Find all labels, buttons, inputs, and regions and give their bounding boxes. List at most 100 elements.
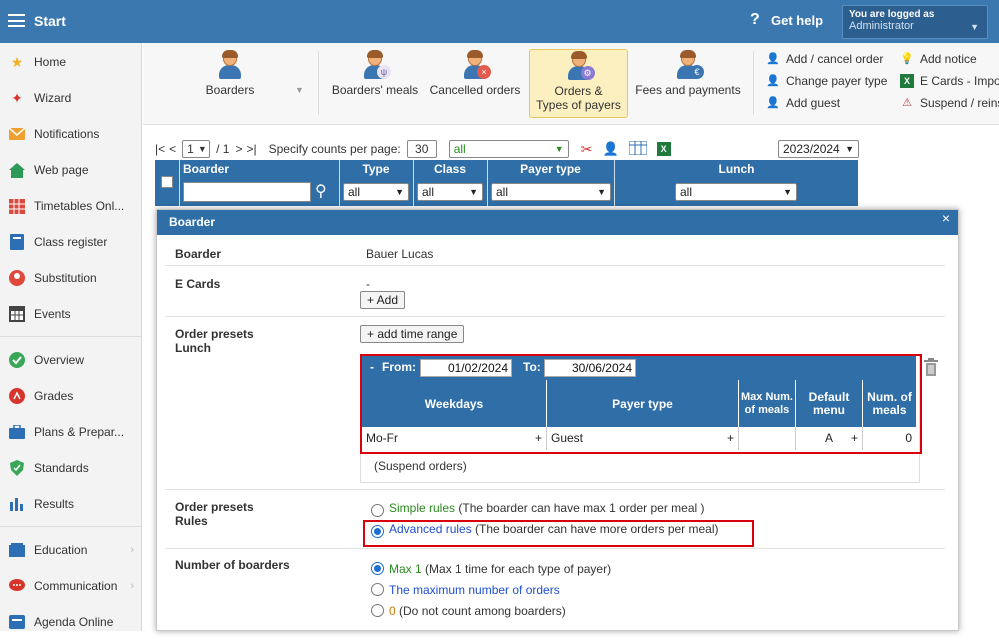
sidebar-item-wizard[interactable]: ✦ Wizard — [0, 80, 142, 116]
ecards-value: - — [366, 277, 370, 291]
col-type[interactable]: Type — [340, 160, 412, 178]
zero-radio[interactable] — [371, 604, 384, 617]
lunch-filter[interactable]: all ▼ — [675, 183, 797, 201]
counts-input[interactable]: 30 — [406, 140, 437, 158]
sidebar-item-web-page[interactable]: Web page — [0, 152, 142, 188]
boarder-search-input[interactable] — [183, 182, 311, 202]
pager: |< < 1 ▼ / 1 > >| Specify counts per page… — [155, 140, 671, 158]
col-lunch[interactable]: Lunch — [615, 160, 858, 178]
class-filter[interactable]: all ▼ — [417, 183, 483, 201]
last-page-button[interactable]: >| — [247, 142, 257, 156]
excel-export-icon[interactable]: X — [656, 142, 671, 156]
filter-value: all — [453, 142, 466, 156]
suspend-orders-link[interactable]: (Suspend orders) — [374, 459, 467, 473]
payer-filter[interactable]: all ▼ — [491, 183, 611, 201]
person-change-icon: 👤 — [766, 75, 780, 87]
suspend-reinstate-link[interactable]: ⚠ Suspend / reins — [900, 96, 999, 110]
range-highlight — [360, 354, 922, 454]
change-payer-type-label: Change payer type — [786, 74, 888, 88]
get-help-link[interactable]: Get help — [771, 13, 823, 28]
sidebar-item-label: Events — [34, 307, 71, 321]
prev-page-button[interactable]: < — [169, 142, 176, 156]
boarder-meals-icon: ψ — [361, 49, 391, 79]
page-select[interactable]: 1 ▼ — [182, 140, 211, 158]
sidebar-item-label: Wizard — [34, 91, 72, 105]
bar-chart-icon — [8, 495, 26, 513]
sidebar-item-education[interactable]: Education › — [0, 532, 142, 568]
sidebar-item-overview[interactable]: Overview — [0, 342, 142, 378]
add-guest-label: Add guest — [786, 96, 841, 110]
type-filter[interactable]: all ▼ — [343, 183, 409, 201]
sidebar-item-notifications[interactable]: Notifications — [0, 116, 142, 152]
user-menu[interactable]: You are logged as Administrator ▼ — [842, 5, 988, 39]
orders-label-2: Types of payers — [536, 98, 621, 112]
boarders-meals-button[interactable]: ψ Boarders' meals — [329, 49, 421, 115]
person-edit-icon: 👤 — [766, 53, 780, 65]
ecards-import-label: E Cards - Impo — [920, 74, 999, 88]
year-select[interactable]: 2023/2024 ▼ — [778, 140, 859, 158]
select-all-checkbox[interactable] — [161, 176, 173, 188]
next-page-button[interactable]: > — [235, 142, 242, 156]
col-boarder[interactable]: Boarder — [183, 160, 333, 178]
change-payer-type-link[interactable]: 👤 Change payer type — [766, 74, 887, 88]
zero-label[interactable]: 0 (Do not count among boarders) — [389, 604, 566, 618]
max1-label[interactable]: Max 1 (Max 1 time for each type of payer… — [389, 562, 611, 576]
chevron-down-icon: ▼ — [970, 22, 979, 32]
col-payer-type[interactable]: Payer type — [488, 160, 613, 178]
filter-select[interactable]: all ▼ — [448, 140, 569, 158]
max-num-orders-label[interactable]: The maximum number of orders — [389, 583, 560, 597]
max-num-orders-radio[interactable] — [371, 583, 384, 596]
orders-label: Orders & — [554, 84, 603, 98]
simple-rules-radio[interactable] — [371, 504, 384, 517]
add-ecard-button[interactable]: + Add — [360, 291, 406, 309]
add-time-range-button[interactable]: + add time range — [360, 325, 465, 343]
sidebar-item-standards[interactable]: Standards — [0, 450, 142, 486]
add-cancel-order-link[interactable]: 👤 Add / cancel order — [766, 52, 883, 66]
substitution-icon — [8, 269, 26, 287]
help-icon[interactable]: ? — [750, 11, 760, 29]
max1-name: Max 1 — [389, 562, 422, 576]
boarders-label: Boarders — [205, 83, 255, 97]
search-icon[interactable]: ⚲ — [315, 181, 327, 201]
sidebar-item-label: Home — [34, 55, 67, 69]
cancelled-orders-icon: × — [461, 49, 491, 79]
boarders-button[interactable]: Boarders — [195, 49, 265, 115]
payer-filter-value: all — [496, 185, 509, 199]
sidebar-item-plans[interactable]: Plans & Prepar... — [0, 414, 142, 450]
sidebar-item-grades[interactable]: Grades — [0, 378, 142, 414]
start-title[interactable]: Start — [34, 13, 66, 29]
sidebar-item-agenda[interactable]: Agenda Online — [0, 604, 142, 640]
simple-rules-label[interactable]: Simple rules (The boarder can have max 1… — [389, 501, 704, 515]
ecards-import-link[interactable]: X E Cards - Impo — [900, 74, 999, 88]
sidebar-item-communication[interactable]: Communication › — [0, 568, 142, 604]
add-notice-link[interactable]: 💡 Add notice — [900, 52, 977, 66]
book-icon — [8, 233, 26, 251]
chevron-down-icon[interactable]: ▼ — [295, 85, 304, 95]
cancelled-orders-button[interactable]: × Cancelled orders — [429, 49, 521, 115]
sidebar-item-events[interactable]: Events — [0, 296, 142, 332]
col-class[interactable]: Class — [414, 160, 486, 178]
dialog-title-text: Boarder — [169, 215, 216, 229]
max1-radio[interactable] — [371, 562, 384, 575]
sidebar-item-substitution[interactable]: Substitution — [0, 260, 142, 296]
chat-icon — [8, 577, 26, 595]
simple-rules-name: Simple rules — [389, 501, 456, 515]
logged-as-label: You are logged as — [849, 9, 935, 20]
add-guest-link[interactable]: 👤 Add guest — [766, 96, 840, 110]
sidebar-item-class-register[interactable]: Class register — [0, 224, 142, 260]
rules-highlight — [363, 520, 754, 547]
zero-desc: (Do not count among boarders) — [395, 604, 566, 618]
first-page-button[interactable]: |< — [155, 142, 165, 156]
sidebar-item-home[interactable]: ★ Home — [0, 44, 142, 80]
counts-label: Specify counts per page: — [268, 142, 401, 156]
sidebar-item-timetables[interactable]: Timetables Onl... — [0, 188, 142, 224]
orders-types-button[interactable]: ⚙ Orders & Types of payers — [529, 49, 628, 118]
trash-icon[interactable] — [923, 358, 939, 379]
columns-icon[interactable] — [628, 140, 648, 158]
menu-icon[interactable] — [8, 14, 25, 27]
tools-icon[interactable]: ✂ — [581, 141, 593, 158]
fees-payments-button[interactable]: € Fees and payments — [633, 49, 743, 115]
person-settings-icon[interactable]: 👤 — [602, 141, 618, 157]
close-icon[interactable]: × — [942, 210, 950, 226]
sidebar-item-results[interactable]: Results — [0, 486, 142, 522]
